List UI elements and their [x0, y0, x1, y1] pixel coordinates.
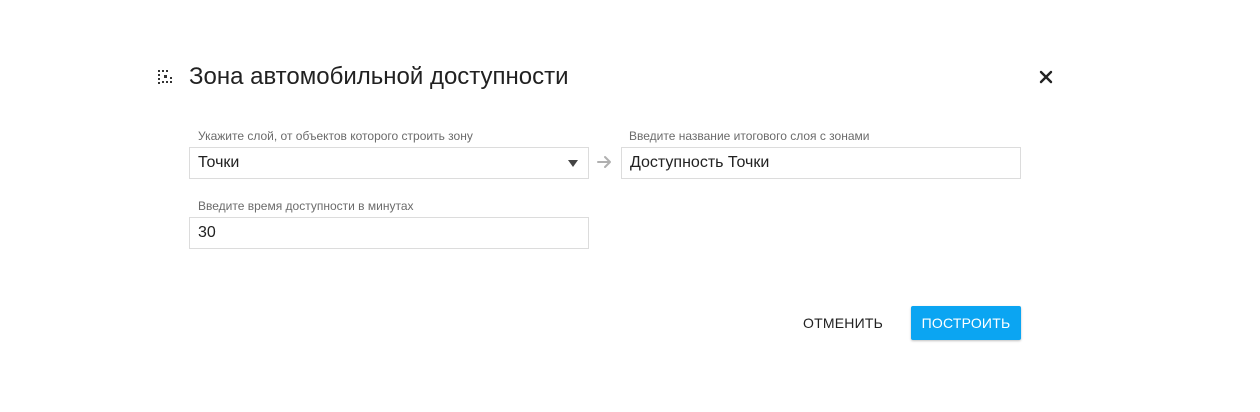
time-value: 30	[198, 224, 216, 241]
source-layer-value: Точки	[198, 154, 240, 171]
time-label: Введите время доступности в минутах	[198, 199, 414, 213]
result-layer-label: Введите название итогового слоя с зонами	[629, 129, 870, 143]
zone-grid-icon	[157, 69, 173, 85]
source-layer-select[interactable]: Точки	[189, 147, 589, 179]
result-layer-value: Доступность Точки	[630, 154, 770, 171]
dialog-title: Зона автомобильной доступности	[189, 63, 569, 90]
arrow-right-icon	[597, 155, 613, 169]
accessibility-zone-dialog: Зона автомобильной доступности Укажите с…	[0, 0, 1260, 412]
time-input[interactable]: 30	[189, 217, 589, 249]
build-button[interactable]: ПОСТРОИТЬ	[911, 306, 1021, 340]
dropdown-caret-icon	[568, 160, 578, 167]
source-layer-label: Укажите слой, от объектов которого строи…	[198, 129, 473, 143]
close-button[interactable]	[1035, 66, 1057, 88]
close-icon	[1035, 70, 1057, 92]
result-layer-input[interactable]: Доступность Точки	[621, 147, 1021, 179]
cancel-button[interactable]: ОТМЕНИТЬ	[793, 306, 893, 340]
